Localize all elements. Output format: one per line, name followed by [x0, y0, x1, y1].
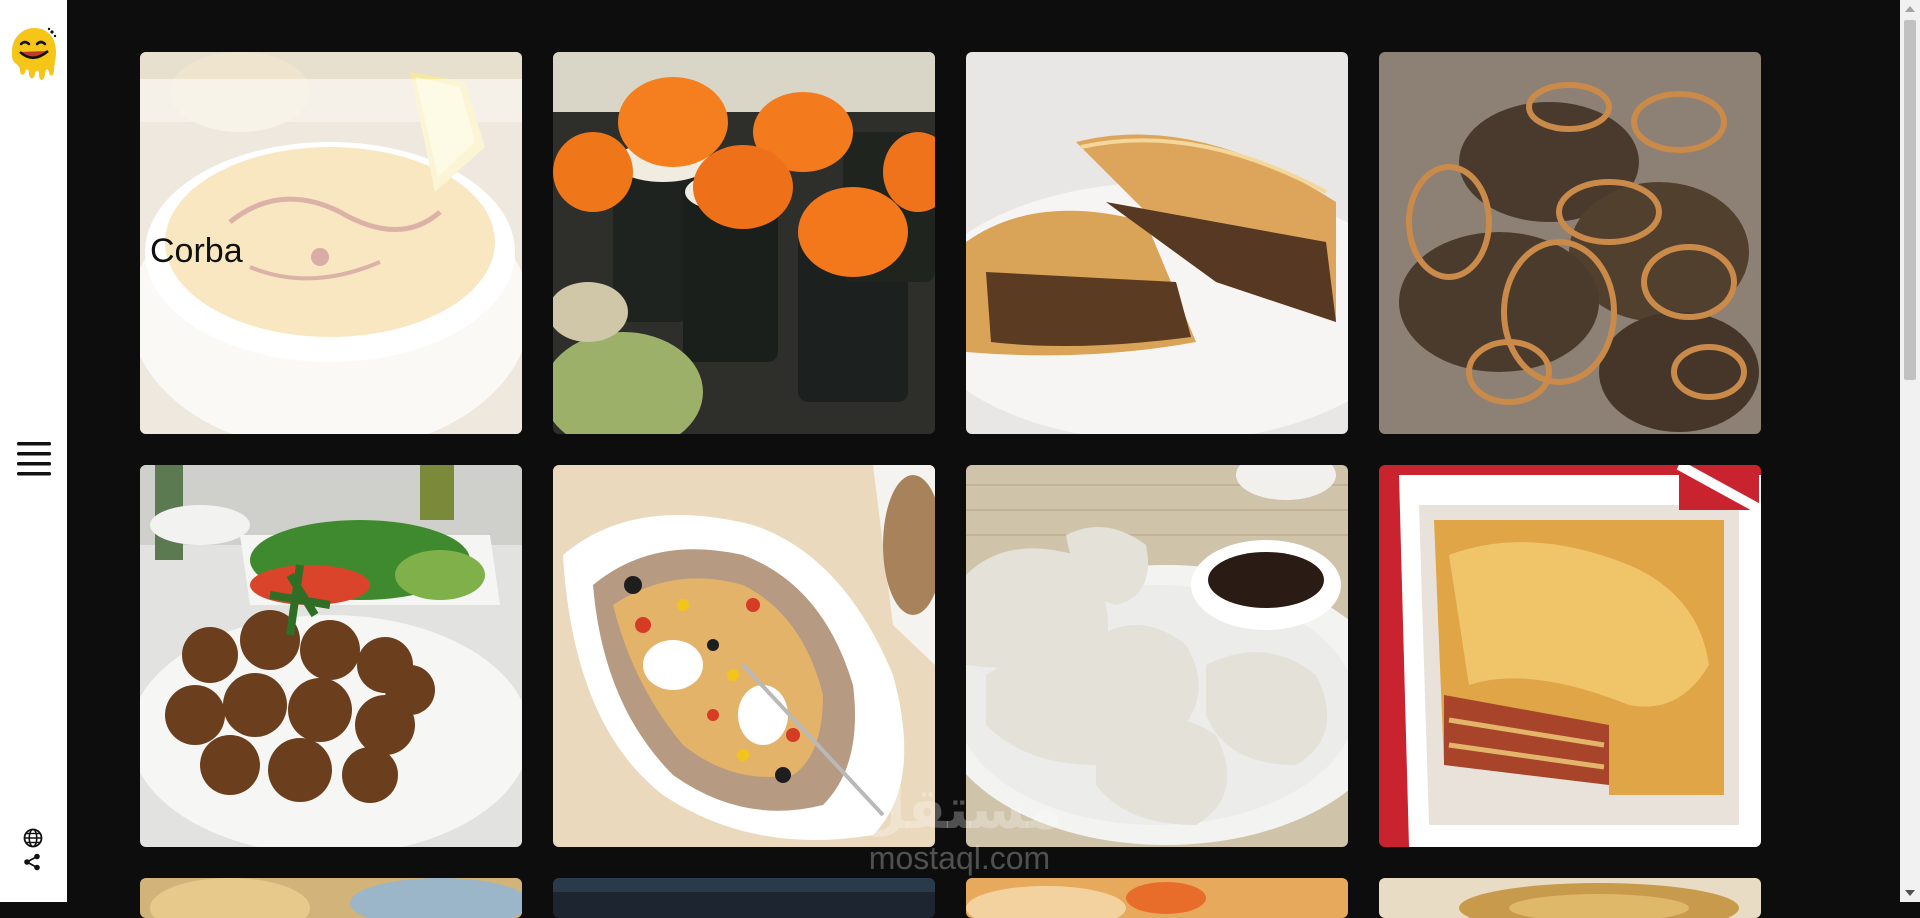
smiley-logo-icon[interactable]: [8, 24, 60, 86]
scroll-up-arrow-icon[interactable]: [1900, 0, 1920, 18]
liver-onions-photo: [1379, 52, 1761, 434]
food-card[interactable]: [1379, 878, 1761, 918]
globe-icon[interactable]: [23, 828, 43, 848]
food-card[interactable]: [553, 52, 935, 434]
food-card[interactable]: [140, 465, 522, 847]
food-card[interactable]: [966, 878, 1348, 918]
food-photo-partial: [1379, 878, 1761, 918]
food-card[interactable]: [966, 52, 1348, 434]
scrollbar-thumb[interactable]: [1904, 20, 1916, 380]
share-icon[interactable]: [23, 853, 41, 871]
food-photo-partial: [966, 878, 1348, 918]
food-card[interactable]: [553, 878, 935, 918]
food-card[interactable]: [1379, 52, 1761, 434]
scroll-down-arrow-icon[interactable]: [1900, 884, 1920, 902]
food-card[interactable]: [553, 465, 935, 847]
food-card[interactable]: [140, 878, 522, 918]
meat-burek-pie-photo: [966, 52, 1348, 434]
dumplings-soy-sauce-photo: [966, 465, 1348, 847]
food-photo-partial: [140, 878, 522, 918]
sushi-roe-rolls-photo: [553, 52, 935, 434]
sidebar: [0, 0, 67, 902]
food-grid: Corba: [140, 52, 1761, 918]
hamburger-menu-icon[interactable]: [16, 440, 52, 476]
card-title: Corba: [150, 232, 243, 270]
food-photo-partial: [553, 878, 935, 918]
vertical-scrollbar[interactable]: [1900, 0, 1920, 902]
food-card[interactable]: [966, 465, 1348, 847]
food-card[interactable]: [1379, 465, 1761, 847]
kumpir-baked-potato-photo: [553, 465, 935, 847]
lasagna-dish-photo: [1379, 465, 1761, 847]
card-hover-overlay: Corba: [140, 79, 522, 434]
falafel-plate-photo: [140, 465, 522, 847]
food-card-corba[interactable]: Corba: [140, 52, 522, 434]
